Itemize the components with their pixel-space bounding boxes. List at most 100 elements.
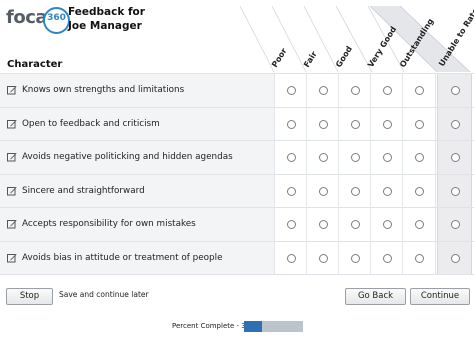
rating-poor-cell[interactable] (274, 174, 307, 207)
radio-fair[interactable] (319, 153, 328, 163)
rating-poor-cell[interactable] (274, 74, 307, 107)
question-text: Avoids bias in attitude or treatment of … (22, 252, 223, 263)
radio-outstanding[interactable] (415, 186, 424, 196)
radio-outstanding[interactable] (415, 220, 424, 230)
rating-very-good-cell[interactable] (370, 241, 403, 274)
rating-good-cell[interactable] (338, 74, 371, 107)
rating-very-good-cell[interactable] (370, 141, 403, 174)
radio-very-good[interactable] (383, 153, 392, 163)
rating-poor-cell[interactable] (274, 208, 307, 241)
rating-outstanding-cell[interactable] (402, 174, 436, 207)
radio-unable-to-rate[interactable] (450, 220, 460, 230)
radio-outstanding[interactable] (415, 253, 424, 263)
rating-unable-cell[interactable] (437, 141, 472, 174)
progress-bar (244, 321, 303, 332)
save-continue-later-text: Save and continue later (59, 290, 149, 299)
question-text: Knows own strengths and limitations (22, 85, 185, 95)
rating-very-good-cell[interactable] (370, 174, 403, 207)
radio-very-good[interactable] (383, 220, 392, 230)
rating-good-cell[interactable] (338, 174, 371, 207)
radio-very-good[interactable] (383, 253, 392, 263)
scale-label-poor: Poor (270, 47, 289, 69)
rating-unable-cell[interactable] (437, 241, 472, 274)
radio-poor[interactable] (287, 186, 296, 196)
rating-fair-cell[interactable] (306, 141, 339, 174)
rating-poor-cell[interactable] (274, 107, 307, 140)
question-text: Accepts responsibility for own mistakes (22, 219, 196, 229)
rating-fair-cell[interactable] (306, 208, 339, 241)
continue-button[interactable]: Continue (410, 288, 470, 305)
radio-poor[interactable] (287, 253, 296, 263)
section-heading: Character (7, 59, 63, 70)
radio-unable-to-rate[interactable] (450, 186, 460, 196)
radio-good[interactable] (351, 119, 360, 129)
radio-good[interactable] (351, 186, 360, 196)
rating-unable-cell[interactable] (437, 107, 472, 140)
rating-good-cell[interactable] (338, 208, 371, 241)
rating-unable-cell[interactable] (437, 74, 472, 107)
scale-label-good: Good (334, 44, 354, 69)
table-row: Sincere and straightforward (0, 174, 474, 208)
radio-good[interactable] (351, 153, 360, 163)
radio-outstanding[interactable] (415, 119, 424, 129)
rating-good-cell[interactable] (338, 241, 371, 274)
radio-very-good[interactable] (383, 86, 392, 96)
table-row: Open to feedback and criticism (0, 107, 474, 141)
radio-poor[interactable] (287, 119, 296, 129)
radio-outstanding[interactable] (415, 153, 424, 163)
rating-outstanding-cell[interactable] (402, 107, 436, 140)
radio-fair[interactable] (319, 119, 328, 129)
radio-poor[interactable] (287, 86, 296, 96)
radio-fair[interactable] (319, 186, 328, 196)
radio-very-good[interactable] (383, 119, 392, 129)
scale-label-fair: Fair (302, 50, 319, 69)
rating-very-good-cell[interactable] (370, 208, 403, 241)
edit-icon (7, 86, 17, 95)
radio-fair[interactable] (319, 253, 328, 263)
rating-fair-cell[interactable] (306, 74, 339, 107)
radio-unable-to-rate[interactable] (450, 253, 460, 263)
rating-scale-header: Poor Fair Good Very Good Outstanding Una… (239, 5, 474, 73)
radio-fair[interactable] (319, 86, 328, 96)
rating-outstanding-cell[interactable] (402, 74, 436, 107)
rating-very-good-cell[interactable] (370, 74, 403, 107)
radio-unable-to-rate[interactable] (450, 153, 460, 163)
rating-outstanding-cell[interactable] (402, 141, 436, 174)
progress-fill (244, 321, 263, 332)
radio-fair[interactable] (319, 220, 328, 230)
rating-fair-cell[interactable] (306, 241, 339, 274)
radio-outstanding[interactable] (415, 86, 424, 96)
edit-icon (7, 119, 17, 128)
radio-good[interactable] (351, 220, 360, 230)
rating-very-good-cell[interactable] (370, 107, 403, 140)
stop-button[interactable]: Stop (6, 288, 53, 305)
rating-poor-cell[interactable] (274, 141, 307, 174)
go-back-button[interactable]: Go Back (345, 288, 406, 305)
edit-icon (7, 220, 17, 229)
table-row: Accepts responsibility for own mistakes (0, 208, 474, 242)
rating-fair-cell[interactable] (306, 174, 339, 207)
question-text: Sincere and straightforward (22, 185, 145, 196)
question-cell: Avoids bias in attitude or treatment of … (0, 241, 274, 274)
rating-good-cell[interactable] (338, 107, 371, 140)
question-cell: Accepts responsibility for own mistakes (0, 208, 274, 241)
question-cell: Avoids negative politicking and hidden a… (0, 141, 274, 174)
rating-poor-cell[interactable] (274, 241, 307, 274)
radio-unable-to-rate[interactable] (450, 119, 460, 129)
radio-good[interactable] (351, 253, 360, 263)
edit-icon (7, 186, 17, 195)
edit-icon (7, 153, 17, 162)
radio-good[interactable] (351, 86, 360, 96)
edit-icon (7, 253, 17, 262)
rating-unable-cell[interactable] (437, 174, 472, 207)
question-table: Knows own strengths and limitations Open… (0, 73, 474, 275)
rating-good-cell[interactable] (338, 141, 371, 174)
radio-very-good[interactable] (383, 186, 392, 196)
rating-outstanding-cell[interactable] (402, 208, 436, 241)
radio-unable-to-rate[interactable] (450, 86, 460, 96)
rating-unable-cell[interactable] (437, 208, 472, 241)
rating-fair-cell[interactable] (306, 107, 339, 140)
rating-outstanding-cell[interactable] (402, 241, 436, 274)
radio-poor[interactable] (287, 220, 296, 230)
radio-poor[interactable] (287, 153, 296, 163)
